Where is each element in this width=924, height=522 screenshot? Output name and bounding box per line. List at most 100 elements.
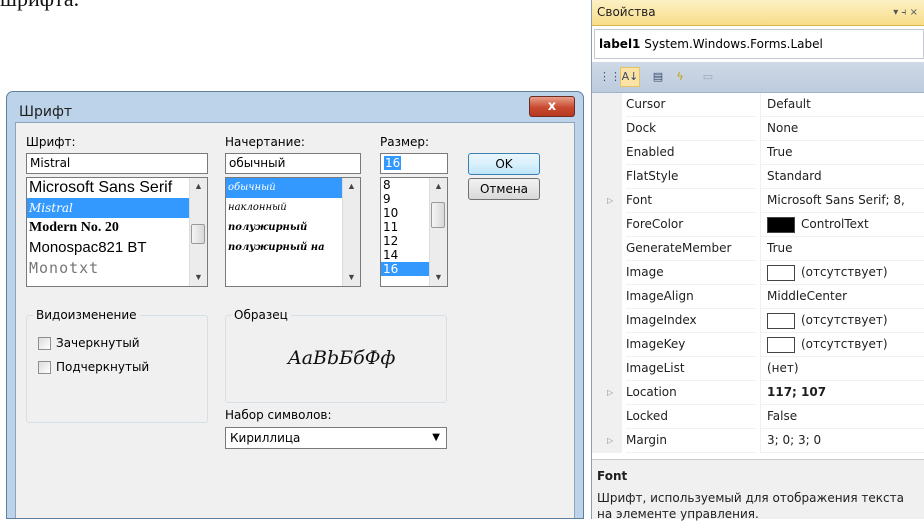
alphabetical-icon[interactable]: A↓ bbox=[620, 67, 640, 87]
chevron-down-icon[interactable]: ▼ bbox=[432, 428, 440, 448]
property-row[interactable]: ▷ Margin 3; 0; 3; 0 bbox=[592, 429, 924, 453]
property-value-text: Microsoft Sans Serif; 8, bbox=[767, 193, 905, 207]
property-value[interactable]: None bbox=[760, 117, 924, 141]
property-value[interactable]: (отсутствует) bbox=[760, 309, 924, 333]
property-value-text: 3; 0; 3; 0 bbox=[767, 433, 822, 447]
property-name: ImageList bbox=[626, 357, 756, 381]
dialog-title: Шрифт bbox=[19, 104, 73, 120]
script-select[interactable]: Кириллица ▼ bbox=[225, 427, 447, 449]
size-list[interactable]: 8 9 10 11 12 14 16 ▲ ▼ bbox=[380, 177, 448, 287]
font-list-scrollbar[interactable]: ▲ ▼ bbox=[189, 178, 207, 286]
ok-button[interactable]: OK bbox=[468, 153, 540, 175]
property-value[interactable]: (отсутствует) bbox=[760, 261, 924, 285]
scroll-thumb[interactable] bbox=[191, 224, 205, 244]
property-value-text: (нет) bbox=[767, 361, 799, 375]
font-name-input[interactable]: Mistral bbox=[26, 153, 208, 174]
property-value-text: None bbox=[767, 121, 799, 135]
property-row[interactable]: ImageIndex (отсутствует) bbox=[592, 309, 924, 333]
expand-icon[interactable]: ▷ bbox=[607, 429, 613, 453]
font-list-item[interactable]: Mistral bbox=[27, 198, 207, 218]
row-gutter bbox=[592, 93, 622, 117]
expand-icon[interactable]: ▷ bbox=[607, 189, 613, 213]
scroll-down-icon[interactable]: ▼ bbox=[343, 269, 360, 286]
property-row[interactable]: ForeColor ControlText bbox=[592, 213, 924, 237]
close-button[interactable]: x bbox=[529, 96, 575, 117]
cancel-button[interactable]: Отмена bbox=[468, 178, 540, 200]
property-row[interactable]: Dock None bbox=[592, 117, 924, 141]
scroll-up-icon[interactable]: ▲ bbox=[343, 178, 360, 195]
size-input-value: 16 bbox=[384, 156, 402, 170]
property-row[interactable]: Locked False bbox=[592, 405, 924, 429]
property-value[interactable]: False bbox=[760, 405, 924, 429]
underline-label[interactable]: Подчеркнутый bbox=[56, 360, 149, 374]
sample-text: AaBbБбФф bbox=[288, 347, 396, 369]
property-value[interactable]: (нет) bbox=[760, 357, 924, 381]
property-row[interactable]: ImageKey (отсутствует) bbox=[592, 333, 924, 357]
property-row[interactable]: ▷ Font Microsoft Sans Serif; 8, bbox=[592, 189, 924, 213]
property-row[interactable]: FlatStyle Standard bbox=[592, 165, 924, 189]
size-list-scrollbar[interactable]: ▲ ▼ bbox=[429, 178, 447, 286]
font-list-item[interactable]: Monospac821 BT bbox=[27, 238, 207, 258]
property-value[interactable]: MiddleCenter bbox=[760, 285, 924, 309]
row-gutter bbox=[592, 165, 622, 189]
property-value[interactable]: Microsoft Sans Serif; 8, bbox=[760, 189, 924, 213]
size-input[interactable]: 16 bbox=[380, 153, 448, 174]
style-list-scrollbar[interactable]: ▲ ▼ bbox=[342, 178, 360, 286]
property-value[interactable]: ControlText bbox=[760, 213, 924, 237]
font-list-item[interactable]: Modern No. 20 bbox=[27, 218, 207, 238]
property-value[interactable]: Default bbox=[760, 93, 924, 117]
strikeout-checkbox[interactable] bbox=[38, 337, 51, 350]
font-list-item[interactable]: Microsoft Sans Serif bbox=[27, 178, 207, 198]
property-value[interactable]: 117; 107 bbox=[760, 381, 924, 405]
property-row[interactable]: Image (отсутствует) bbox=[592, 261, 924, 285]
row-gutter: ▷ bbox=[592, 381, 622, 405]
strikeout-label[interactable]: Зачеркнутый bbox=[56, 336, 140, 350]
style-input[interactable]: обычный bbox=[225, 153, 361, 174]
property-value[interactable]: Standard bbox=[760, 165, 924, 189]
row-gutter bbox=[592, 357, 622, 381]
font-list-item[interactable]: Monotxt bbox=[27, 258, 207, 278]
property-row[interactable]: ImageList (нет) bbox=[592, 357, 924, 381]
style-label: Начертание: bbox=[225, 135, 305, 149]
property-value[interactable]: 3; 0; 3; 0 bbox=[760, 429, 924, 453]
pin-close-icons[interactable]: ▾ ⫞ × bbox=[893, 0, 918, 25]
font-dialog: Шрифт x Шрифт: Mistral Microsoft Sans Se… bbox=[6, 91, 584, 519]
properties-icon[interactable]: ▤ bbox=[648, 67, 668, 87]
style-list-item[interactable]: полужирный на bbox=[226, 238, 360, 258]
property-row[interactable]: Cursor Default bbox=[592, 93, 924, 117]
font-list[interactable]: Microsoft Sans Serif Mistral Modern No. 20… bbox=[26, 177, 208, 287]
style-list-item[interactable]: полужирный bbox=[226, 218, 360, 238]
scroll-up-icon[interactable]: ▲ bbox=[190, 178, 207, 195]
properties-panel: Свойства ▾ ⫞ × label1 System.Windows.For… bbox=[591, 0, 924, 521]
property-pages-icon[interactable]: ▭ bbox=[698, 67, 718, 87]
events-icon[interactable]: ϟ bbox=[670, 67, 690, 87]
style-list-item[interactable]: наклонный bbox=[226, 198, 360, 218]
row-gutter bbox=[592, 141, 622, 165]
property-row[interactable]: ▷ Location 117; 107 bbox=[592, 381, 924, 405]
underline-checkbox[interactable] bbox=[38, 361, 51, 374]
property-value[interactable]: (отсутствует) bbox=[760, 333, 924, 357]
categorized-icon[interactable]: ⋮⋮ bbox=[598, 67, 621, 87]
property-name: ForeColor bbox=[626, 213, 756, 237]
property-value-text: True bbox=[767, 145, 793, 159]
property-row[interactable]: GenerateMember True bbox=[592, 237, 924, 261]
property-value[interactable]: True bbox=[760, 141, 924, 165]
row-gutter: ▷ bbox=[592, 189, 622, 213]
property-name: ImageKey bbox=[626, 333, 756, 357]
scroll-thumb[interactable] bbox=[431, 202, 445, 228]
property-row[interactable]: Enabled True bbox=[592, 141, 924, 165]
sample-group-label: Образец bbox=[231, 308, 291, 322]
property-name: Image bbox=[626, 261, 756, 285]
property-value[interactable]: True bbox=[760, 237, 924, 261]
size-label: Размер: bbox=[380, 135, 430, 149]
object-selector[interactable]: label1 System.Windows.Forms.Label bbox=[594, 29, 924, 59]
scroll-up-icon[interactable]: ▲ bbox=[430, 178, 447, 195]
scroll-down-icon[interactable]: ▼ bbox=[430, 269, 447, 286]
expand-icon[interactable]: ▷ bbox=[607, 381, 613, 405]
scroll-down-icon[interactable]: ▼ bbox=[190, 269, 207, 286]
property-row[interactable]: ImageAlign MiddleCenter bbox=[592, 285, 924, 309]
dialog-body: Шрифт: Mistral Microsoft Sans Serif Mistr… bbox=[15, 122, 575, 518]
row-gutter bbox=[592, 237, 622, 261]
style-list-item[interactable]: обычный bbox=[226, 178, 360, 198]
style-list[interactable]: обычный наклонный полужирный полужирный на … bbox=[225, 177, 361, 287]
